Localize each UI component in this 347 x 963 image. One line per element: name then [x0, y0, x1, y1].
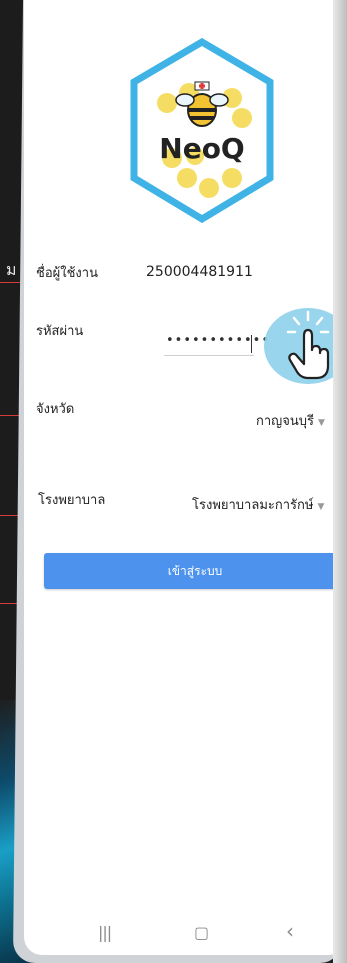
dropdown-arrow-icon: ▼ — [317, 502, 325, 512]
phone-screen: NeoQ ชื่อผู้ใช้งาน 250004481911 รหัสผ่าน… — [24, 0, 347, 955]
home-button[interactable]: ▢ — [194, 923, 209, 942]
neoq-logo: NeoQ — [130, 38, 274, 223]
tap-hand-icon — [286, 310, 330, 380]
password-input[interactable]: •••••••••••• — [164, 333, 269, 356]
dropdown-arrow-icon: ▼ — [318, 418, 325, 428]
password-label: รหัสผ่าน — [36, 324, 84, 339]
hospital-select[interactable]: โรงพยาบาลมะการักษ์ ▼ — [192, 494, 324, 515]
province-label: จังหวัด — [36, 402, 75, 417]
recent-apps-button[interactable]: ||| — [98, 923, 112, 942]
password-dots: •••••••••••• — [166, 333, 271, 348]
background-partial-glyph: ม — [6, 260, 17, 279]
logo-text: NeoQ — [159, 132, 244, 165]
province-select[interactable]: กาญจนบุรี ▼ — [256, 410, 325, 431]
hospital-value: โรงพยาบาลมะการักษ์ — [192, 498, 314, 513]
phone-edge — [333, 0, 347, 963]
back-button[interactable]: ‹ — [286, 919, 294, 943]
username-input[interactable]: 250004481911 — [146, 264, 253, 280]
login-button-label: เข้าสู่ระบบ — [167, 563, 223, 578]
login-button[interactable]: เข้าสู่ระบบ — [44, 553, 346, 589]
hospital-label: โรงพยาบาล — [38, 493, 106, 508]
text-caret — [251, 335, 252, 353]
android-nav-bar: ||| ▢ ‹ — [24, 915, 347, 955]
province-value: กาญจนบุรี — [256, 414, 314, 429]
username-label: ชื่อผู้ใช้งาน — [36, 266, 98, 281]
